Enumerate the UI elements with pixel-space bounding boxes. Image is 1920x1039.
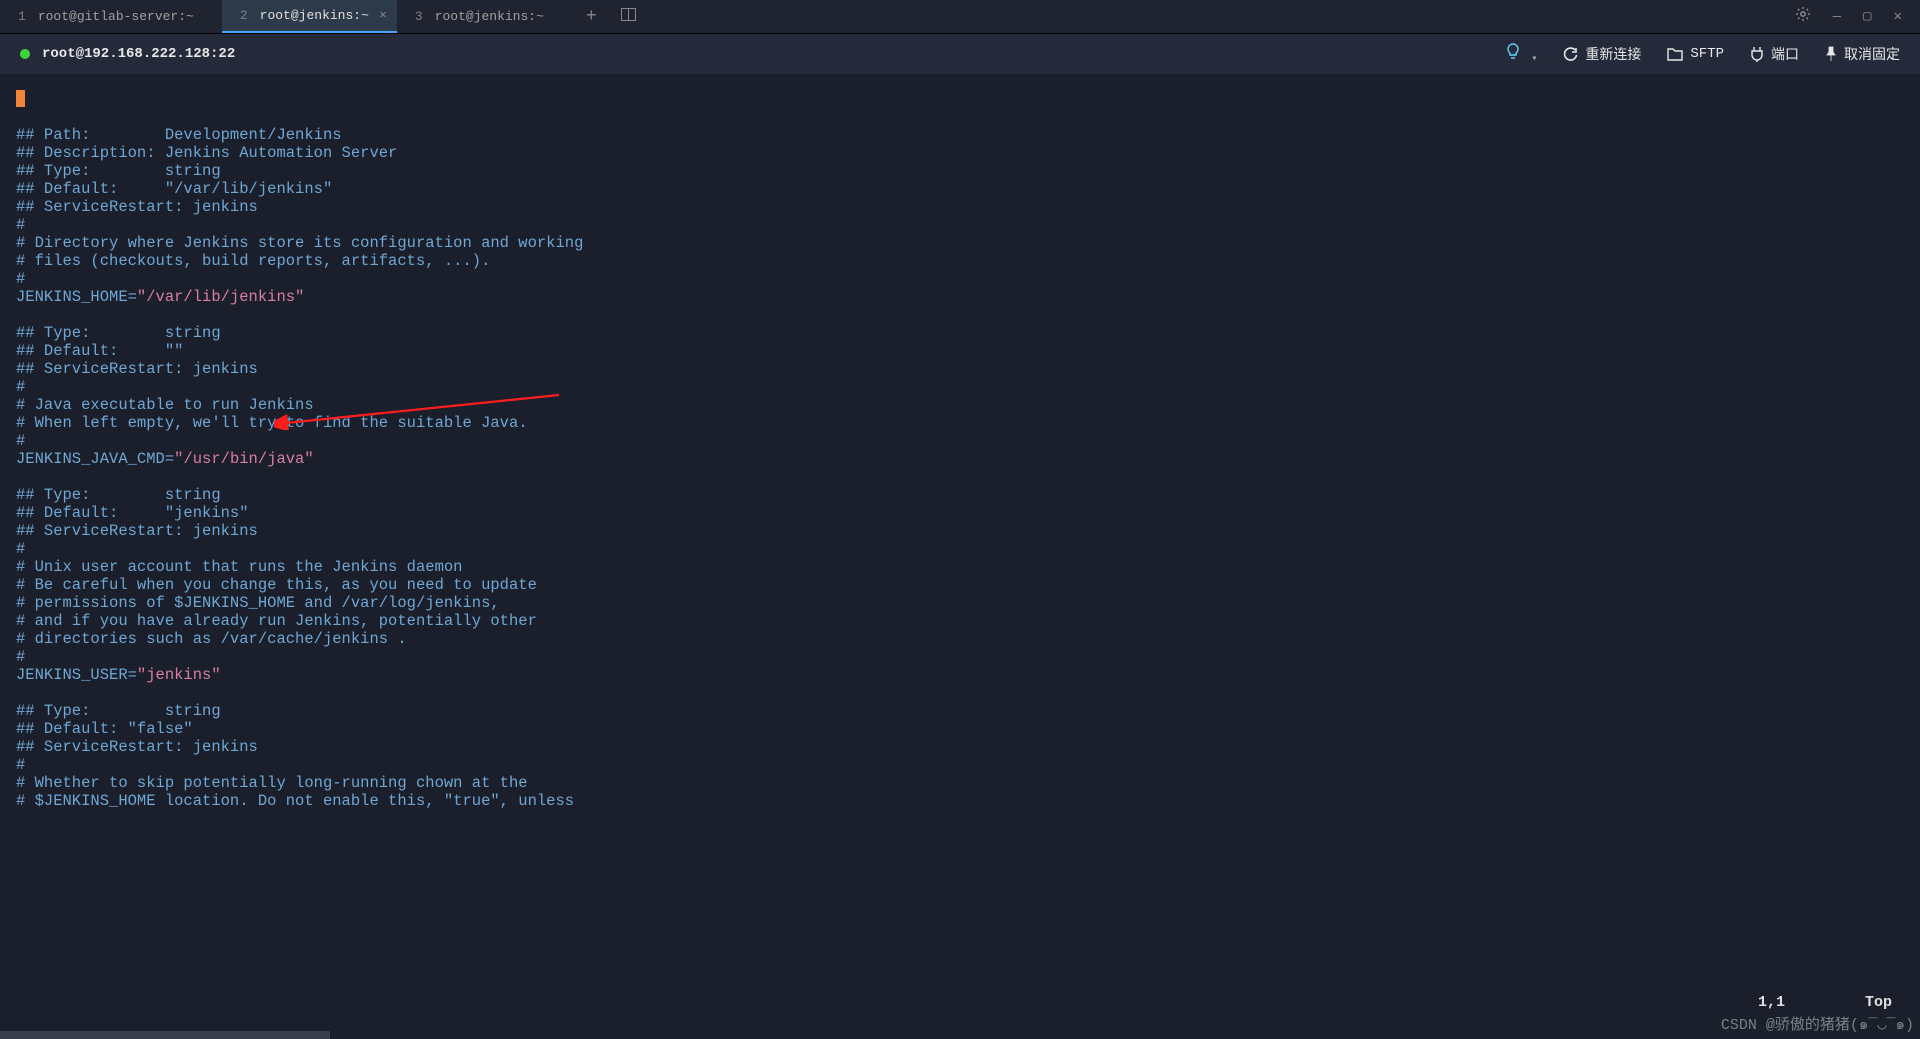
terminal-line: # Whether to skip potentially long-runni… <box>16 774 1904 792</box>
terminal-line: ## ServiceRestart: jenkins <box>16 522 1904 540</box>
connection-toolbar: root@192.168.222.128:22 ▾ 重新连接 SFTP 端口 取… <box>0 34 1920 74</box>
terminal-line: # $JENKINS_HOME location. Do not enable … <box>16 792 1904 810</box>
scroll-location: Top <box>1865 994 1892 1011</box>
tab-index: 3 <box>415 9 423 24</box>
sftp-label: SFTP <box>1690 46 1724 62</box>
terminal-line: # Directory where Jenkins store its conf… <box>16 234 1904 252</box>
terminal-line: ## Default: "jenkins" <box>16 504 1904 522</box>
plug-icon <box>1750 46 1764 62</box>
terminal-line: # Unix user account that runs the Jenkin… <box>16 558 1904 576</box>
terminal-line: # permissions of $JENKINS_HOME and /var/… <box>16 594 1904 612</box>
refresh-icon <box>1563 47 1578 62</box>
terminal-line: # and if you have already run Jenkins, p… <box>16 612 1904 630</box>
terminal-line: ## Default: "/var/lib/jenkins" <box>16 180 1904 198</box>
port-label: 端口 <box>1771 44 1799 64</box>
terminal-line: ## Default: "false" <box>16 720 1904 738</box>
terminal-line: # <box>16 648 1904 666</box>
terminal-line: # <box>16 216 1904 234</box>
tab-title: root@gitlab-server:~ <box>38 9 194 24</box>
reconnect-button[interactable]: 重新连接 <box>1563 44 1641 64</box>
maximize-icon[interactable]: ▢ <box>1863 8 1871 25</box>
tab-title: root@jenkins:~ <box>435 9 544 24</box>
tab-1[interactable]: 1 root@gitlab-server:~ <box>0 0 222 33</box>
cursor-position: 1,1 <box>1758 994 1785 1011</box>
tabs-container: 1 root@gitlab-server:~ 2 root@jenkins:~ × 3 ro… <box>0 0 572 33</box>
terminal-line <box>16 306 1904 324</box>
text-cursor-icon <box>16 90 25 107</box>
terminal-line: JENKINS_USER="jenkins" <box>16 666 1904 684</box>
tab-index: 2 <box>240 8 248 23</box>
terminal-content[interactable]: ## Path: Development/Jenkins## Descripti… <box>0 74 1920 810</box>
pin-icon <box>1825 46 1837 62</box>
folder-icon <box>1667 47 1683 61</box>
tab-title: root@jenkins:~ <box>260 8 369 23</box>
close-window-icon[interactable]: ✕ <box>1894 8 1902 25</box>
terminal-line: ## Description: Jenkins Automation Serve… <box>16 144 1904 162</box>
terminal-line: ## ServiceRestart: jenkins <box>16 360 1904 378</box>
unpin-button[interactable]: 取消固定 <box>1825 44 1900 64</box>
tab-2[interactable]: 2 root@jenkins:~ × <box>222 0 397 33</box>
terminal-line: ## Type: string <box>16 702 1904 720</box>
close-tab-icon[interactable]: × <box>379 8 387 23</box>
tab-bar: 1 root@gitlab-server:~ 2 root@jenkins:~ × 3 ro… <box>0 0 1920 34</box>
settings-gear-icon[interactable] <box>1795 6 1811 27</box>
terminal-line: ## Type: string <box>16 162 1904 180</box>
terminal-line: # Java executable to run Jenkins <box>16 396 1904 414</box>
terminal-line: # <box>16 540 1904 558</box>
terminal-line: ## ServiceRestart: jenkins <box>16 198 1904 216</box>
terminal-line: # <box>16 270 1904 288</box>
watermark-text: CSDN @骄傲的猪猪(๑¯◡¯๑) <box>1721 1012 1914 1036</box>
terminal-line: # When left empty, we'll try to find the… <box>16 414 1904 432</box>
terminal-line: # files (checkouts, build reports, artif… <box>16 252 1904 270</box>
tabbar-right: — ▢ ✕ <box>1795 6 1920 27</box>
terminal-line: ## Path: Development/Jenkins <box>16 126 1904 144</box>
connection-status-icon <box>20 49 30 59</box>
terminal-line: JENKINS_HOME="/var/lib/jenkins" <box>16 288 1904 306</box>
windows-panes-icon[interactable] <box>611 8 646 26</box>
unpin-label: 取消固定 <box>1844 44 1900 64</box>
chevron-down-icon: ▾ <box>1531 54 1537 65</box>
hint-bulb-icon[interactable]: ▾ <box>1506 43 1537 66</box>
tab-index: 1 <box>18 9 26 24</box>
sftp-button[interactable]: SFTP <box>1667 46 1724 62</box>
terminal-line <box>16 684 1904 702</box>
terminal-line: # Be careful when you change this, as yo… <box>16 576 1904 594</box>
terminal-line: # directories such as /var/cache/jenkins… <box>16 630 1904 648</box>
terminal-line: # <box>16 432 1904 450</box>
bottom-scrollbar[interactable] <box>0 1031 330 1039</box>
terminal-line: # <box>16 378 1904 396</box>
terminal-line: ## Type: string <box>16 324 1904 342</box>
new-tab-button[interactable]: + <box>572 7 611 27</box>
terminal-line <box>16 468 1904 486</box>
minimize-icon[interactable]: — <box>1833 9 1841 25</box>
terminal-line: ## ServiceRestart: jenkins <box>16 738 1904 756</box>
tab-3[interactable]: 3 root@jenkins:~ <box>397 0 572 33</box>
terminal-line: ## Default: "" <box>16 342 1904 360</box>
vim-status-line: 1,1 Top <box>1758 994 1892 1011</box>
reconnect-label: 重新连接 <box>1585 44 1641 64</box>
host-label: root@192.168.222.128:22 <box>42 46 235 62</box>
terminal-line: JENKINS_JAVA_CMD="/usr/bin/java" <box>16 450 1904 468</box>
port-button[interactable]: 端口 <box>1750 44 1799 64</box>
terminal-line: # <box>16 756 1904 774</box>
terminal-line: ## Type: string <box>16 486 1904 504</box>
